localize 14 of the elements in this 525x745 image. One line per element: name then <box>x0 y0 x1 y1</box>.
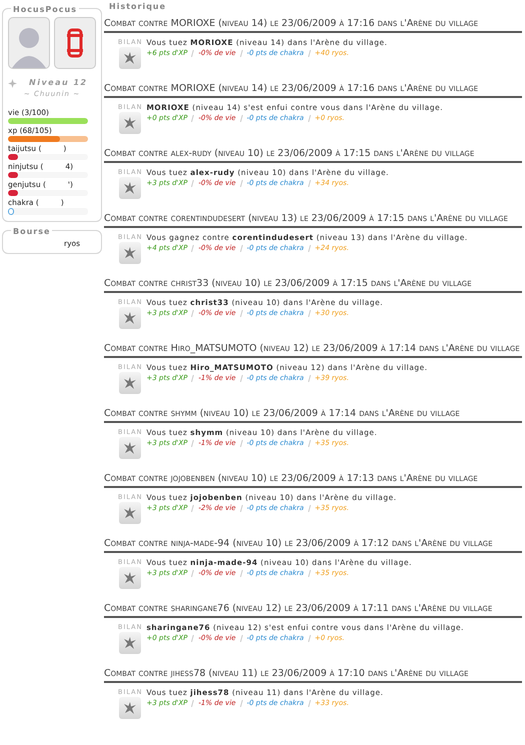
combat-title: Combat contre christ33 (niveau 10) le 23/06/2009 à 17:15 dans l'Arène du village <box>104 278 522 293</box>
combat-title: Combat contre alex-rudy (niveau 10) le 23/06/2009 à 17:15 dans l'Arène du village <box>104 148 522 163</box>
panel-legend: Bourse <box>11 226 52 236</box>
combat-title: Combat contre sharingane76 (niveau 12) le 23/06/2009 à 17:11 dans l'Arène du village <box>104 603 522 618</box>
panel-legend: HocusPocus <box>11 5 79 14</box>
level-label: Niveau 12 <box>29 77 88 89</box>
combat-title: Combat contre jojobenben (niveau 10) le 23/06/2009 à 17:13 dans l'Arène du village <box>104 473 522 488</box>
combat-title: Combat contre jihess78 (niveau 11) le 23/06/2009 à 17:10 dans l'Arène du village <box>104 668 522 683</box>
combat-title: Combat contre Hiro_MATSUMOTO (niveau 12) le 23/06/2009 à 17:14 dans l'Arène du village <box>104 343 522 358</box>
combat-title: Combat contre ninja-made-94 (niveau 10) le 23/06/2009 à 17:12 dans l'Arène du village <box>104 538 522 553</box>
combat-title: Combat contre corentindudesert (niveau 13) le 23/06/2009 à 17:15 dans l'Arène du village <box>104 213 522 228</box>
combat-title: Combat contre MORIOXE (niveau 14) le 23/06/2009 à 17:16 dans l'Arène du village <box>104 83 522 98</box>
combat-title: Combat contre shymm (niveau 10) le 23/06/2009 à 17:14 dans l'Arène du village <box>104 408 522 423</box>
combat-title: Combat contre MORIOXE (niveau 14) le 23/06/2009 à 17:16 dans l'Arène du village <box>104 18 522 33</box>
